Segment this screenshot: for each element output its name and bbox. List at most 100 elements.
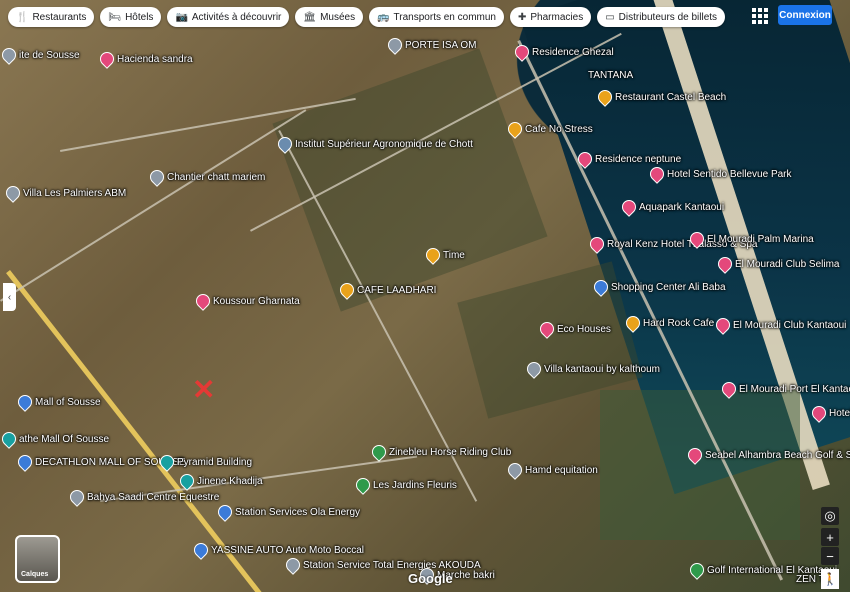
map-poi[interactable]: Cafe No Stress: [505, 119, 593, 139]
poi-pin-icon: [647, 164, 667, 184]
poi-pin-icon: [0, 429, 19, 449]
poi-pin-icon: [687, 229, 707, 249]
layers-label: Calques: [21, 571, 49, 578]
dropped-pin-x-icon[interactable]: ✕: [192, 376, 215, 404]
chip-activities[interactable]: 📷 Activités à découvrir: [167, 7, 290, 27]
poi-pin-icon: [575, 149, 595, 169]
my-location-button[interactable]: ◎: [821, 507, 839, 525]
map-poi[interactable]: Villa Les Palmiers ABM: [3, 183, 127, 203]
map-poi[interactable]: Aquapark Kantaoui: [619, 197, 725, 217]
apps-grid-icon[interactable]: [752, 8, 768, 24]
poi-label: Aquapark Kantaoui: [639, 201, 725, 213]
chip-transit[interactable]: 🚌 Transports en commun: [369, 7, 504, 27]
poi-pin-icon: [623, 313, 643, 333]
poi-label: El Mouradi Palm Marina: [707, 233, 814, 245]
map-poi[interactable]: Villa kantaoui by kalthoum: [524, 359, 660, 379]
map-poi[interactable]: Institut Supérieur Agronomique de Chott: [275, 134, 473, 154]
poi-pin-icon: [587, 234, 607, 254]
map-poi[interactable]: Mall of Sousse: [15, 392, 101, 412]
signin-button[interactable]: Connexion: [778, 5, 832, 25]
poi-pin-icon: [67, 487, 87, 507]
hotel-icon: 🛏: [108, 11, 122, 23]
poi-pin-icon: [191, 540, 211, 560]
street-view-pegman-icon[interactable]: 🚶: [821, 569, 839, 589]
map-poi[interactable]: Hotel Sentido Bellevue Park: [647, 164, 792, 184]
map-poi[interactable]: athe Mall Of Sousse: [0, 429, 109, 449]
poi-pin-icon: [505, 119, 525, 139]
map-poi[interactable]: Pyramid Building: [157, 452, 252, 472]
poi-pin-icon: [591, 277, 611, 297]
poi-pin-icon: [423, 245, 443, 265]
poi-label: Residence neptune: [595, 153, 682, 165]
poi-label: Station Services Ola Energy: [235, 506, 361, 518]
poi-pin-icon: [147, 167, 167, 187]
map-poi[interactable]: El Mouradi Palm Marina: [687, 229, 814, 249]
poi-pin-icon: [177, 471, 197, 491]
map-poi[interactable]: ite de Sousse: [0, 45, 80, 65]
poi-label: Restaurant Castel Beach: [615, 91, 727, 103]
poi-pin-icon: [275, 134, 295, 154]
map-poi[interactable]: Hacienda sandra: [97, 49, 193, 69]
poi-label: Hotel SELECT: [829, 407, 850, 419]
farmland-area: [272, 48, 548, 312]
poi-pin-icon: [505, 460, 525, 480]
poi-pin-icon: [685, 445, 705, 465]
map-poi[interactable]: Shopping Center Ali Baba: [591, 277, 726, 297]
google-logo: Google: [408, 571, 453, 586]
poi-label: Eco Houses: [557, 323, 611, 335]
map-poi[interactable]: Hotel SELECT: [809, 403, 850, 423]
layers-button[interactable]: Calques: [15, 535, 60, 583]
poi-label: Hamd equitation: [525, 464, 598, 476]
chip-pharmacies[interactable]: ✚ Pharmacies: [510, 7, 592, 27]
zoom-in-button[interactable]: +: [821, 528, 839, 546]
map-poi[interactable]: Koussour Gharnata: [193, 291, 300, 311]
map-poi[interactable]: Residence Ghezal: [512, 42, 614, 62]
poi-pin-icon: [0, 45, 19, 65]
poi-label: Mall of Sousse: [35, 396, 101, 408]
poi-label: Shopping Center Ali Baba: [611, 281, 726, 293]
map-poi[interactable]: Restaurant Castel Beach: [595, 87, 727, 107]
map-poi[interactable]: Eco Houses: [537, 319, 611, 339]
map-poi[interactable]: Seabel Alhambra Beach Golf & Spa Port: [685, 445, 850, 465]
map-poi[interactable]: Jinene Khadija: [177, 471, 263, 491]
poi-pin-icon: [15, 452, 35, 472]
map-poi[interactable]: Chantier chatt mariem: [147, 167, 265, 187]
poi-pin-icon: [193, 291, 213, 311]
map-poi[interactable]: El Mouradi Club Selima: [715, 254, 840, 274]
museum-icon: 🏛: [303, 11, 317, 23]
map-poi[interactable]: Les Jardins Fleuris: [353, 475, 457, 495]
map-poi[interactable]: Hamd equitation: [505, 460, 598, 480]
chip-hotels[interactable]: 🛏 Hôtels: [100, 7, 162, 27]
map-poi[interactable]: Zinebleu Horse Riding Club: [369, 442, 511, 462]
map-poi[interactable]: Hard Rock Cafe: [623, 313, 714, 333]
map-poi[interactable]: PORTE ISA OM: [385, 35, 477, 55]
chip-museums[interactable]: 🏛 Musées: [295, 7, 364, 27]
chip-atms[interactable]: ▭ Distributeurs de billets: [597, 7, 726, 27]
map-poi[interactable]: El Mouradi Club Kantaoui: [713, 315, 846, 335]
poi-label: TANTANA: [588, 70, 634, 81]
map-poi[interactable]: CAFE LAADHARI: [337, 280, 436, 300]
map-poi[interactable]: TANTANA: [588, 70, 633, 81]
zoom-out-button[interactable]: −: [821, 547, 839, 565]
poi-label: El Mouradi Port El Kantaoui: [739, 383, 850, 395]
map-poi[interactable]: Station Services Ola Energy: [215, 502, 361, 522]
poi-pin-icon: [385, 35, 405, 55]
map-poi[interactable]: El Mouradi Port El Kantaoui: [719, 379, 850, 399]
poi-pin-icon: [283, 555, 303, 575]
poi-pin-icon: [715, 254, 735, 274]
poi-label: Residence Ghezal: [532, 46, 614, 58]
poi-label: Hacienda sandra: [117, 53, 193, 65]
poi-pin-icon: [619, 197, 639, 217]
poi-pin-icon: [337, 280, 357, 300]
poi-label: Villa Les Palmiers ABM: [23, 187, 127, 199]
satellite-map[interactable]: ✕ ite de Sousse Hacienda sandra PORTE ISA …: [0, 0, 850, 592]
collapse-panel-button[interactable]: ‹: [3, 283, 16, 311]
poi-label: Koussour Gharnata: [213, 295, 300, 307]
map-poi[interactable]: Time: [423, 245, 465, 265]
poi-pin-icon: [537, 319, 557, 339]
map-poi[interactable]: YASSINE AUTO Auto Moto Boccal: [191, 540, 364, 560]
category-chips: 🍴 Restaurants 🛏 Hôtels 📷 Activités à découv…: [8, 7, 726, 27]
map-poi[interactable]: Residence neptune: [575, 149, 682, 169]
chip-restaurants[interactable]: 🍴 Restaurants: [8, 7, 95, 27]
map-poi[interactable]: Bahya Saadi Centre Equestre: [67, 487, 219, 507]
